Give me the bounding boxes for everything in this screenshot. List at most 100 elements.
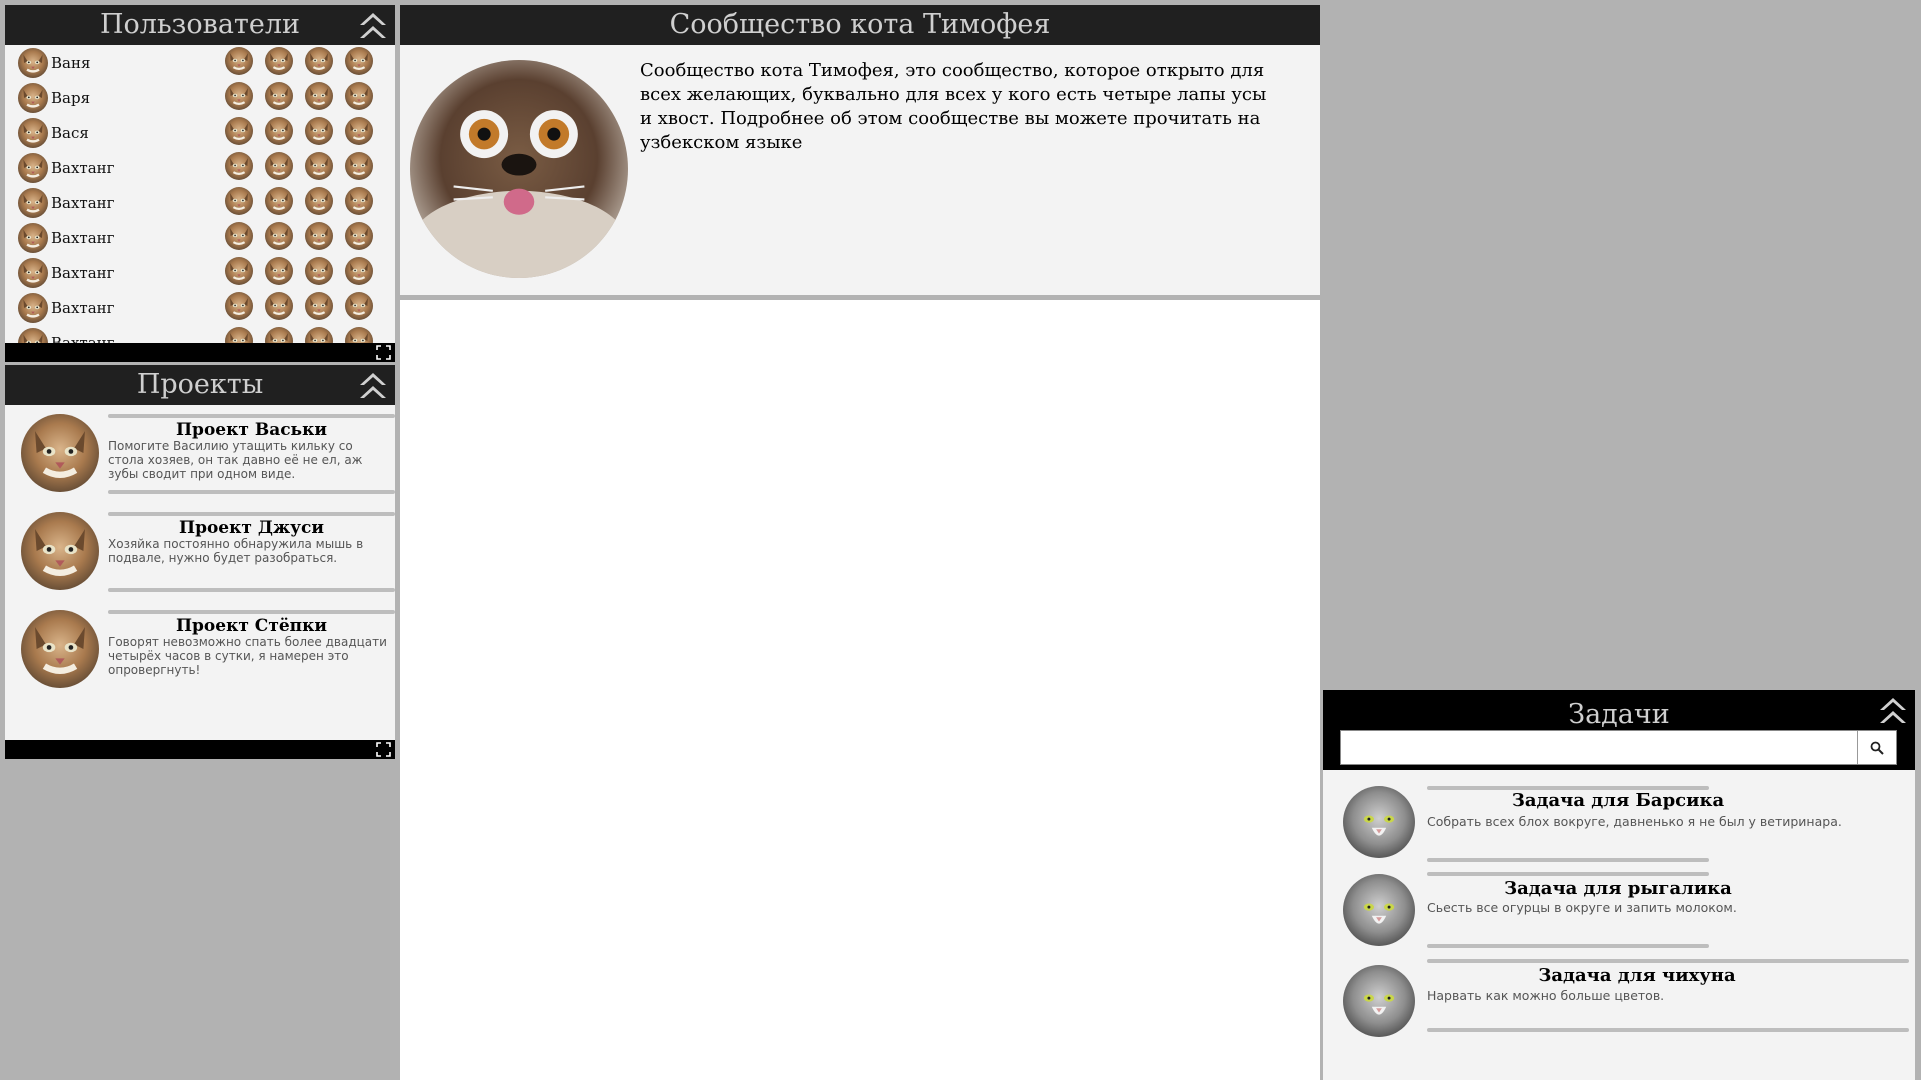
user-action-cat-icon[interactable] [225,292,253,320]
user-action-cat-icon[interactable] [345,152,373,180]
user-avatar [18,153,48,183]
task-item[interactable]: Задача для Барсика Собрать всех блох вок… [1323,784,1915,874]
user-action-cat-icon[interactable] [225,187,253,215]
user-row[interactable]: Вахтанг [5,220,395,255]
user-action-cat-icon[interactable] [305,152,333,180]
user-action-cat-icon[interactable] [305,47,333,75]
user-row[interactable]: Вахтанг [5,185,395,220]
task-title: Задача для Барсика [1511,790,1725,811]
users-panel-header: Пользователи [5,5,395,45]
user-avatar [18,223,48,253]
task-search [1340,730,1897,765]
task-cat-image [1343,786,1415,858]
community-title: Сообщество кота Тимофея [669,9,1051,40]
magnifier-icon [1870,741,1884,755]
task-title: Задача для рыгалика [1504,878,1732,899]
expand-projects-button[interactable] [376,742,391,757]
user-action-cat-icon[interactable] [265,47,293,75]
user-avatar [18,293,48,323]
user-action-cat-icon[interactable] [265,222,293,250]
user-action-cat-icon[interactable] [345,82,373,110]
user-action-cat-icon[interactable] [225,152,253,180]
user-action-cat-icon[interactable] [305,222,333,250]
user-action-cat-icon[interactable] [345,257,373,285]
user-action-cat-icon[interactable] [345,187,373,215]
user-row[interactable]: Вахтанг [5,150,395,185]
collapse-users-button[interactable] [357,9,389,41]
user-row[interactable]: Ваня [5,45,395,80]
user-action-cat-icon[interactable] [265,82,293,110]
fullscreen-icon [376,742,391,757]
task-item[interactable]: Задача для чихуна Нарвать как можно боль… [1323,959,1915,1054]
collapse-tasks-button[interactable] [1877,694,1909,726]
task-title: Задача для чихуна [1538,965,1736,986]
user-action-cat-icon[interactable] [345,327,373,343]
tasks-panel-title: Задачи [1568,699,1670,730]
project-item[interactable]: Проект Джуси Хозяйка постоянно обнаружил… [5,503,395,601]
users-panel-footer [5,343,395,362]
community-description: Сообщество кота Тимофея, это сообщество,… [640,60,1267,153]
user-action-cat-icon[interactable] [265,257,293,285]
user-action-cat-icon[interactable] [225,117,253,145]
user-action-cat-icon[interactable] [305,327,333,343]
user-name: Вахтанг [51,263,115,282]
user-action-cat-icon[interactable] [225,257,253,285]
collapse-projects-button[interactable] [357,369,389,401]
user-row[interactable]: Варя [5,80,395,115]
task-search-input[interactable] [1341,731,1857,764]
user-action-cat-icon[interactable] [225,327,253,343]
user-row[interactable]: Вахтанг [5,325,395,343]
user-action-cat-icon[interactable] [345,117,373,145]
search-button[interactable] [1857,731,1896,764]
user-action-cat-icon[interactable] [305,187,333,215]
user-row[interactable]: Вахтанг [5,255,395,290]
double-chevron-up-icon [360,373,386,398]
task-description: Нарвать как можно больше цветов. [1427,988,1665,1003]
project-description: Хозяйка постоянно обнаружила мышь в подв… [108,537,364,565]
task-cat-image [1343,874,1415,946]
user-action-cat-icon[interactable] [265,187,293,215]
divider [1427,858,1709,862]
task-description: Собрать всех блох вокруге, давненько я н… [1427,814,1842,829]
user-action-cat-icon[interactable] [225,82,253,110]
user-action-cat-icon[interactable] [345,222,373,250]
user-action-cat-icon[interactable] [265,292,293,320]
task-description: Сьесть все огурцы в округе и запить моло… [1427,900,1737,915]
tasks-panel: Задачи Задача для Барсика Собрать всех б… [1323,690,1915,1080]
divider [108,490,395,494]
user-avatar [18,118,48,148]
project-item[interactable]: Проект Васьки Помогите Василию утащить к… [5,405,395,503]
user-action-cat-icon[interactable] [305,257,333,285]
tasks-list: Задача для Барсика Собрать всех блох вок… [1323,770,1915,1080]
user-action-cat-icon[interactable] [265,327,293,343]
user-action-cat-icon[interactable] [345,47,373,75]
double-chevron-up-icon [1880,698,1906,723]
divider [1427,1028,1909,1032]
tasks-panel-header: Задачи [1323,690,1915,770]
user-action-cat-icon[interactable] [265,152,293,180]
project-item[interactable]: Проект Стёпки Говорят невозможно спать б… [5,601,395,699]
user-action-cat-icon[interactable] [305,117,333,145]
user-action-cat-icon[interactable] [345,292,373,320]
expand-users-button[interactable] [376,345,391,360]
user-name: Ваня [51,53,91,72]
user-action-cat-icon[interactable] [225,47,253,75]
user-name: Вахтанг [51,228,115,247]
user-action-cat-icon[interactable] [305,292,333,320]
user-action-cat-icon[interactable] [305,82,333,110]
divider [108,512,395,516]
user-name: Вахтанг [51,333,115,344]
user-action-cat-icon[interactable] [265,117,293,145]
user-action-cat-icon[interactable] [225,222,253,250]
users-panel-title: Пользователи [100,9,300,40]
divider [1427,872,1709,876]
divider [1427,944,1709,948]
user-row[interactable]: Вахтанг [5,290,395,325]
users-list[interactable]: Ваня Варя Вася Вахтанг Вахтанг Вахтанг В… [5,45,395,343]
user-row[interactable]: Вася [5,115,395,150]
user-name: Вахтанг [51,158,115,177]
project-description: Помогите Василию утащить кильку со стола… [108,439,363,481]
community-panel: Сообщество кота Тимофея Сообщество кота … [400,5,1320,301]
user-name: Вахтанг [51,298,115,317]
task-item[interactable]: Задача для рыгалика Сьесть все огурцы в … [1323,872,1915,964]
